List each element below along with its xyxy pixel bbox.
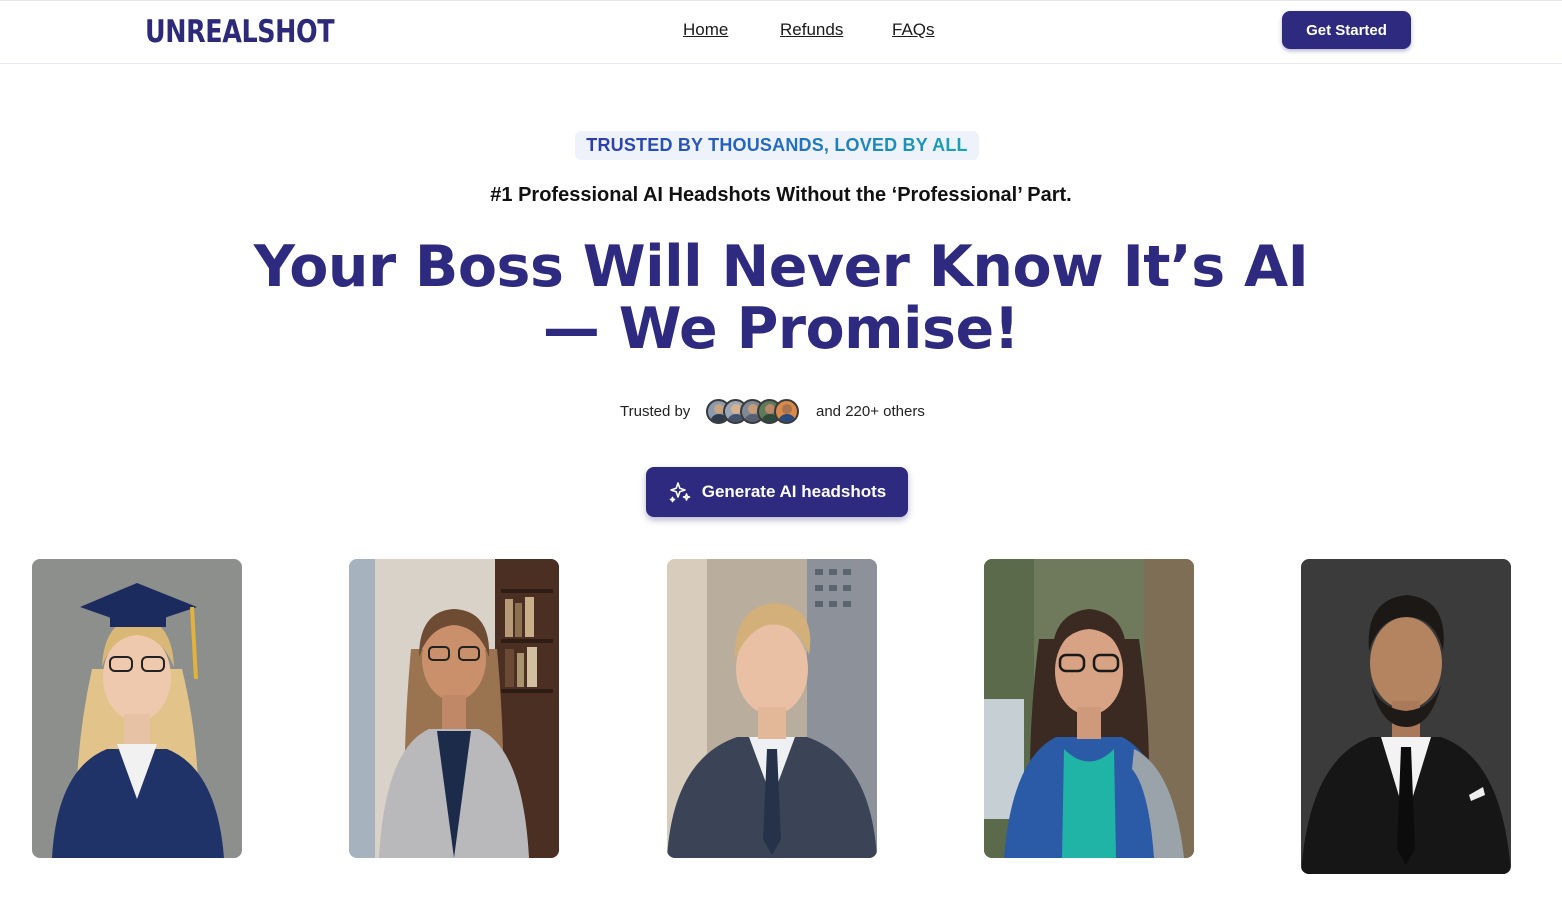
trusted-others-label: and 220+ others	[816, 403, 925, 420]
headshot-photo-office	[349, 559, 559, 858]
generate-headshots-button[interactable]: Generate AI headshots	[646, 467, 908, 517]
sparkles-icon	[669, 482, 691, 503]
nav-home-link[interactable]: Home	[683, 20, 728, 40]
hero-subheading: #1 Professional AI Headshots Without the…	[490, 184, 1072, 206]
trust-badge: TRUSTED BY THOUSANDS, LOVED BY ALL	[575, 131, 979, 160]
headshot-photo-graduate	[32, 559, 242, 858]
customer-avatars	[706, 399, 802, 425]
headshot-photo-suit	[667, 559, 877, 858]
headline-line-2: — We Promise!	[542, 296, 1020, 362]
headline-line-1: Your Boss Will Never Know It’s AI	[253, 234, 1309, 300]
nav-faqs-link[interactable]: FAQs	[892, 20, 935, 40]
brand-logo[interactable]: UNREALSHOT	[145, 12, 335, 52]
trust-badge-text: TRUSTED BY THOUSANDS, LOVED BY ALL	[586, 135, 968, 155]
top-nav-bar: UNREALSHOT Home Refunds FAQs Get Started	[0, 0, 1562, 64]
trusted-by-label: Trusted by	[620, 403, 691, 420]
avatar	[774, 399, 799, 424]
get-started-button[interactable]: Get Started	[1282, 11, 1411, 49]
generate-headshots-label: Generate AI headshots	[701, 482, 887, 501]
headshot-photo-dark-suit	[1301, 559, 1511, 874]
hero-headline: Your Boss Will Never Know It’s AI — We P…	[231, 236, 1331, 360]
nav-refunds-link[interactable]: Refunds	[780, 20, 843, 40]
headshot-photo-outdoor	[984, 559, 1194, 858]
